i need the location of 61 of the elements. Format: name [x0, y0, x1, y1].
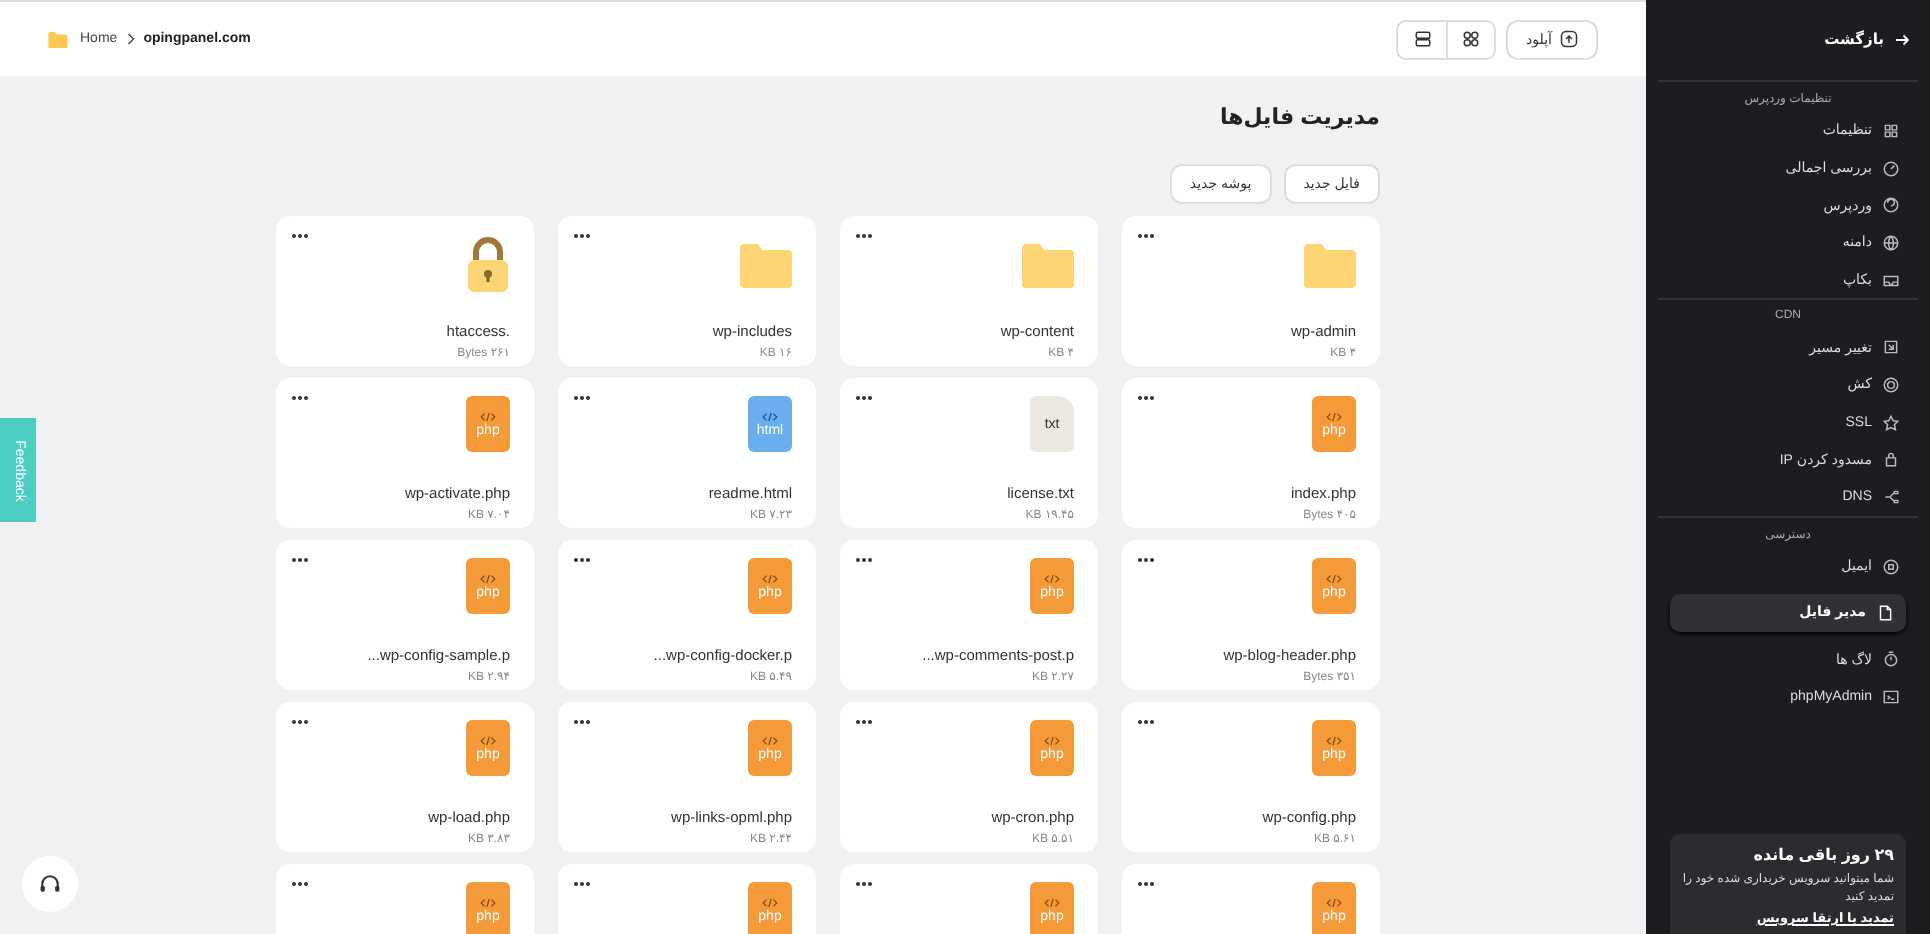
lock-icon: [1882, 450, 1900, 469]
file-icon: [1876, 603, 1894, 622]
code-icon: [480, 735, 496, 745]
code-icon: [480, 897, 496, 907]
more-options-icon[interactable]: [292, 394, 308, 400]
folder-icon: [740, 244, 792, 288]
more-options-icon[interactable]: [574, 232, 590, 238]
upload-icon: [1560, 30, 1578, 48]
more-options-icon[interactable]: [856, 880, 872, 886]
more-options-icon[interactable]: [856, 718, 872, 724]
globe-icon: [1882, 233, 1900, 252]
folder-icon: [1022, 244, 1074, 288]
more-options-icon[interactable]: [292, 718, 308, 724]
support-button[interactable]: [22, 856, 78, 912]
folder-icon: [1304, 244, 1356, 288]
more-options-icon[interactable]: [856, 394, 872, 400]
gauge-icon: [1882, 159, 1900, 178]
code-icon: [480, 411, 496, 421]
page-title: مدیریت فایل‌ها: [1217, 104, 1380, 134]
grid-icon: [1462, 30, 1481, 48]
code-icon: [1326, 735, 1342, 745]
code-icon: [1326, 897, 1342, 907]
code-icon: [762, 411, 778, 421]
more-options-icon[interactable]: [574, 718, 590, 724]
more-options-icon[interactable]: [856, 232, 872, 238]
code-icon: [762, 897, 778, 907]
more-options-icon[interactable]: [292, 880, 308, 886]
code-icon: [762, 735, 778, 745]
redirect-icon: [1882, 338, 1900, 357]
more-options-icon[interactable]: [1138, 556, 1154, 562]
more-options-icon[interactable]: [1138, 880, 1154, 886]
chevron-icon: [125, 32, 136, 46]
code-icon: [1044, 735, 1060, 745]
code-icon: [1326, 411, 1342, 421]
target-icon: [1882, 375, 1900, 394]
star-icon: [1882, 413, 1900, 432]
more-options-icon[interactable]: [574, 556, 590, 562]
grid-icon: [1882, 121, 1900, 140]
more-options-icon[interactable]: [292, 232, 308, 238]
code-icon: [1326, 573, 1342, 583]
more-options-icon[interactable]: [574, 880, 590, 886]
headset-icon: [38, 872, 62, 896]
share-icon: [1882, 488, 1900, 507]
padlock-icon: [466, 236, 510, 292]
more-options-icon[interactable]: [574, 394, 590, 400]
more-options-icon[interactable]: [856, 556, 872, 562]
arrow-icon: [1894, 33, 1910, 45]
code-icon: [762, 573, 778, 583]
code-icon: [480, 573, 496, 583]
inbox-icon: [1882, 271, 1900, 290]
code-icon: [1044, 573, 1060, 583]
timer-icon: [1882, 650, 1900, 669]
terminal-icon: [1882, 688, 1900, 707]
more-options-icon[interactable]: [1138, 232, 1154, 238]
more-options-icon[interactable]: [292, 556, 308, 562]
more-options-icon[interactable]: [1138, 718, 1154, 724]
folder-icon: [48, 31, 68, 47]
plan-title: ۲۹ روز باقی مانده: [1751, 846, 1894, 864]
list-icon: [1413, 30, 1432, 48]
more-options-icon[interactable]: [1138, 394, 1154, 400]
code-icon: [1044, 897, 1060, 907]
